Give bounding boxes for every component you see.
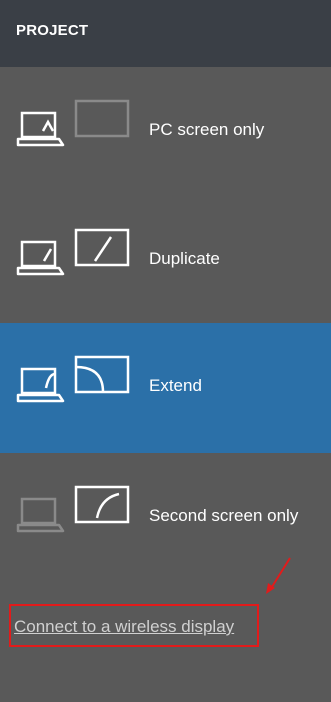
option-label: PC screen only — [149, 120, 265, 139]
duplicate-icon — [16, 228, 130, 276]
page-title: PROJECT — [16, 22, 89, 39]
option-label: Duplicate — [149, 249, 220, 268]
pc-screen-only-icon — [16, 99, 130, 147]
project-header: PROJECT — [0, 0, 331, 67]
second-screen-only-icon — [16, 485, 130, 533]
option-label: Second screen only — [149, 506, 299, 525]
extend-icon — [16, 355, 130, 403]
annotation-arrow-icon — [266, 557, 291, 594]
connect-wireless-display-link[interactable]: Connect to a wireless display — [14, 617, 234, 637]
option-label: Extend — [149, 376, 202, 395]
option-pc-screen-only[interactable]: PC screen only — [0, 67, 331, 197]
option-duplicate[interactable]: Duplicate — [0, 196, 331, 326]
option-extend[interactable]: Extend — [0, 323, 331, 453]
